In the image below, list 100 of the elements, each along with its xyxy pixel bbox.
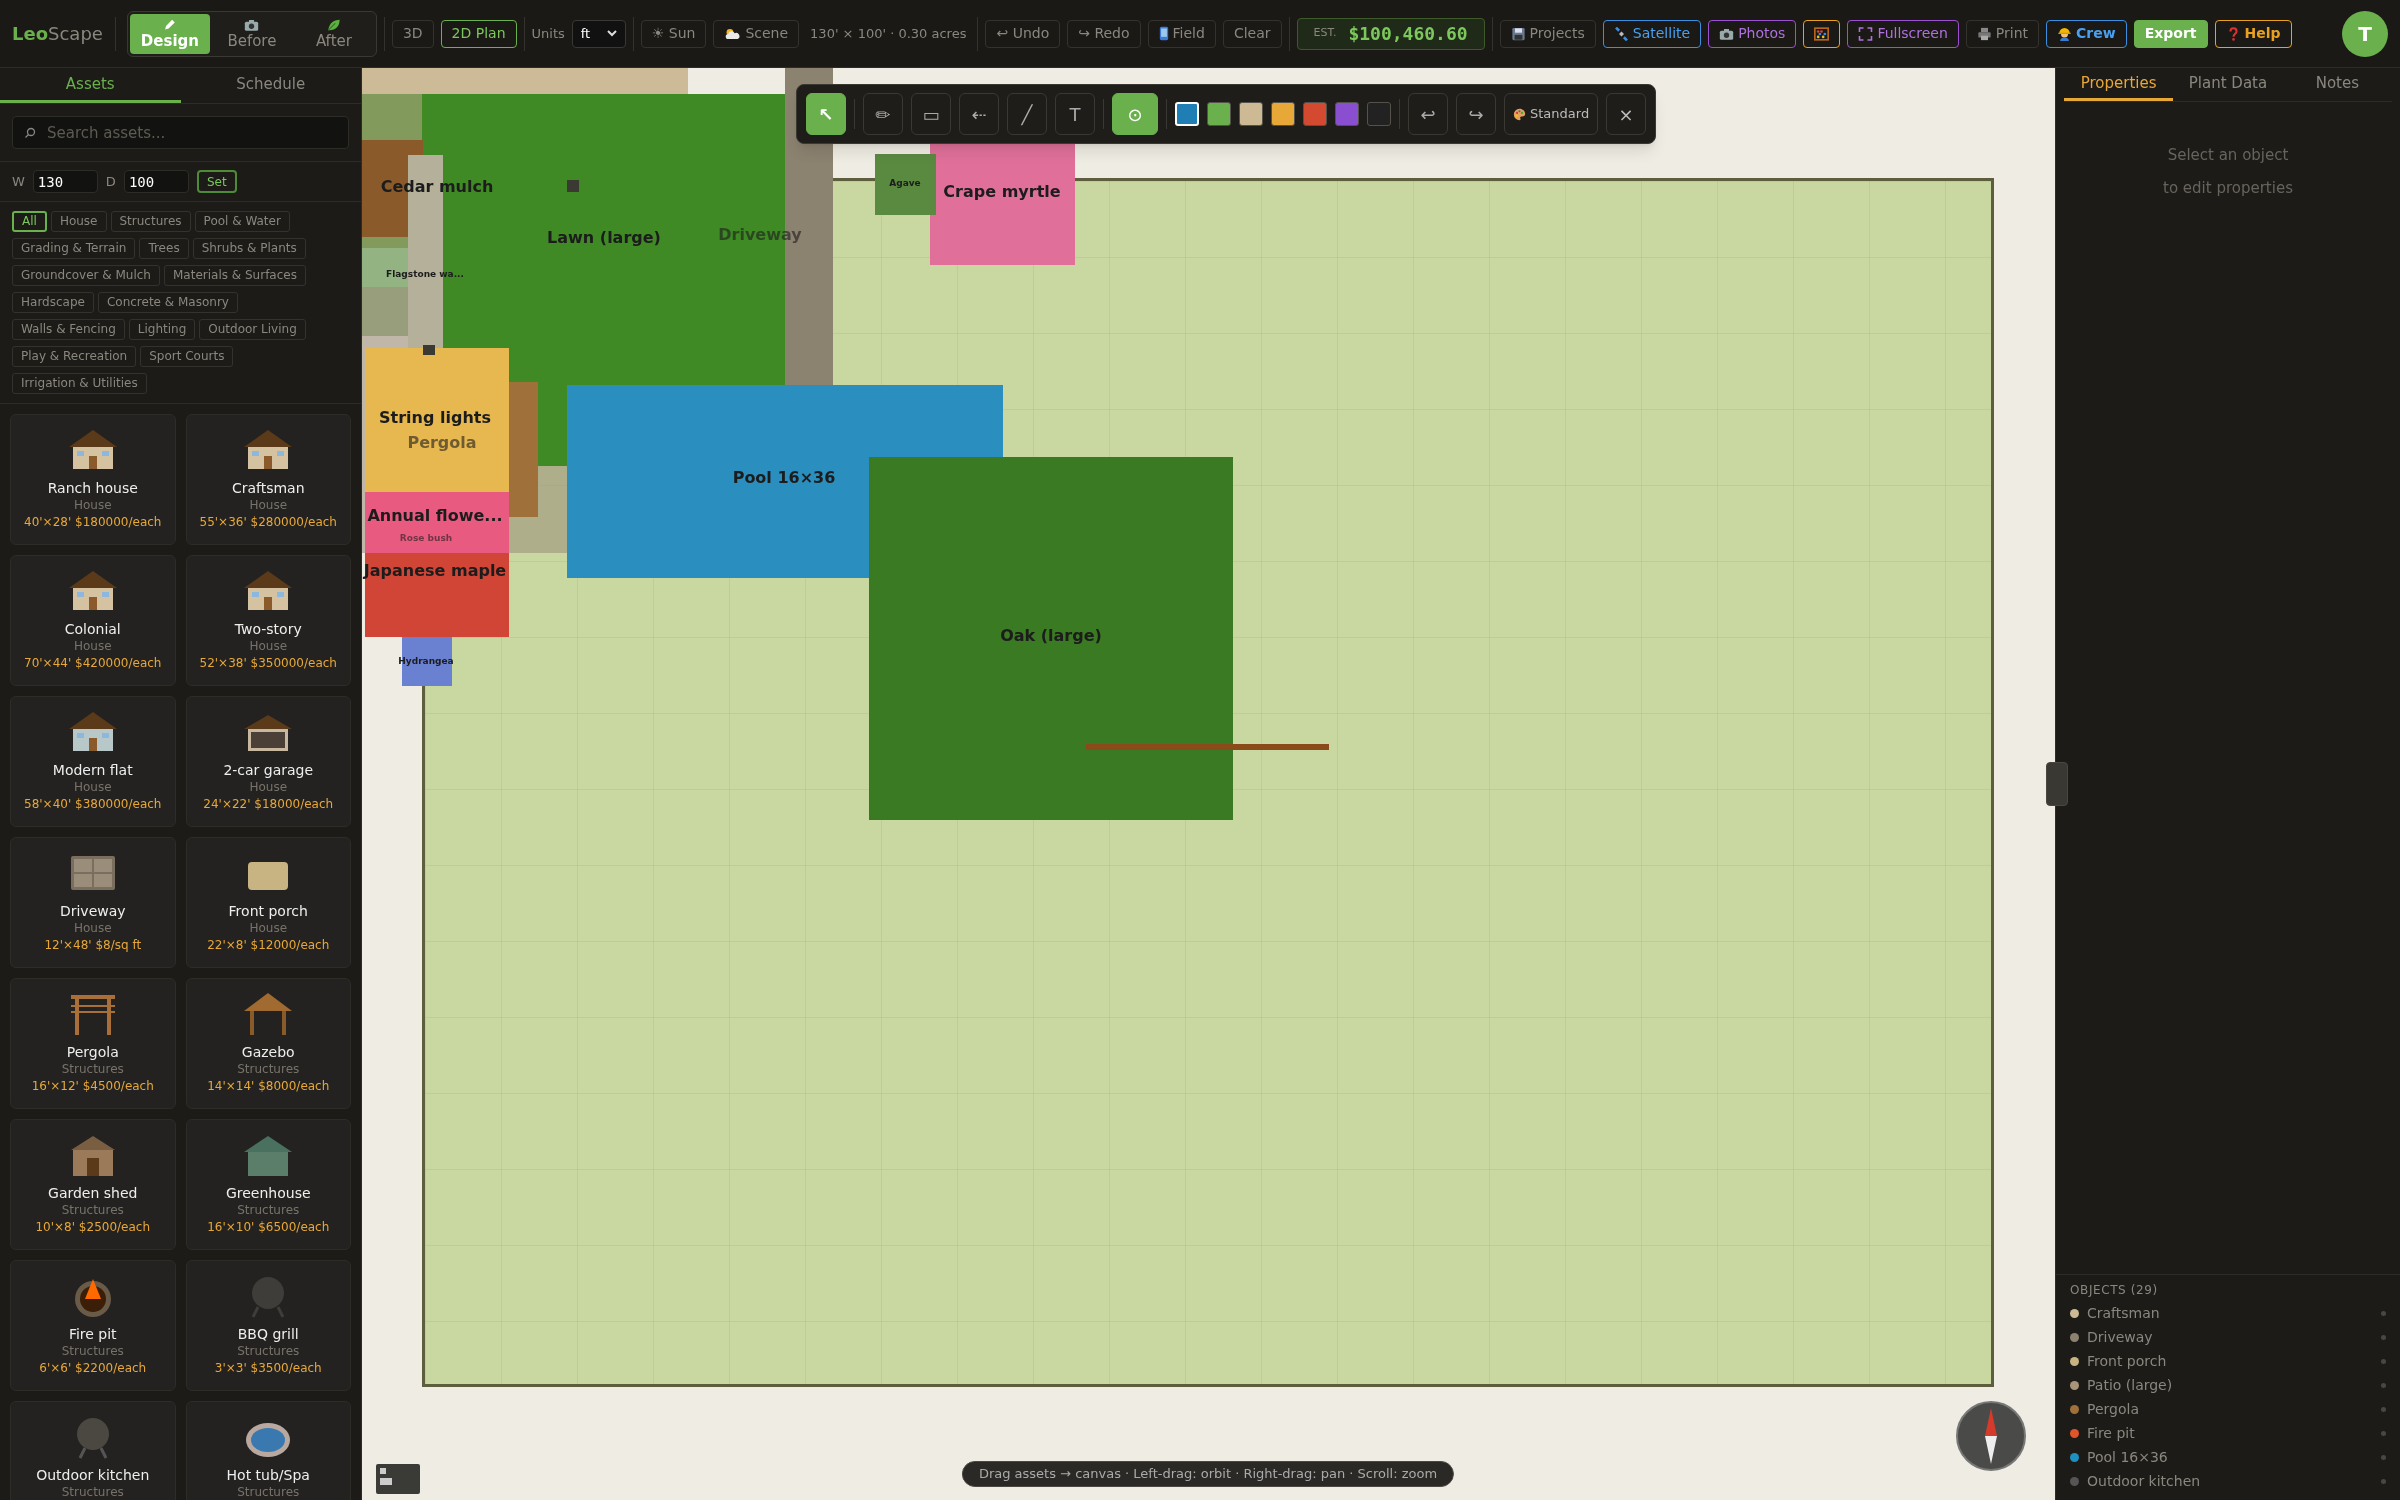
asset-card[interactable]: Greenhouse Structures 16'×10' $6500/each (185, 1119, 351, 1250)
asset-card[interactable]: Front porch House 22'×8' $12000/each (185, 837, 351, 968)
mode-tab[interactable]: Before (211, 13, 292, 54)
plan-shape[interactable] (365, 492, 509, 553)
toolbar-button[interactable]: Export (2133, 19, 2208, 48)
panel-tab[interactable]: Properties (2064, 68, 2174, 101)
category-chip[interactable]: Concrete & Masonry (97, 292, 238, 313)
asset-category: Structures (61, 1061, 124, 1078)
scene-button[interactable]: ☀ Sun (640, 19, 707, 48)
category-chip[interactable]: Sport Courts (140, 346, 234, 367)
asset-price: 24'×22' $18000/each (203, 796, 334, 813)
toolbar-button[interactable]: Fullscreen (1847, 19, 1959, 48)
object-list-item[interactable]: Outdoor kitchen (2087, 1470, 2373, 1492)
tool-button[interactable]: × (1606, 93, 1647, 135)
toolbar-button[interactable]: Projects (1499, 19, 1596, 48)
color-swatch[interactable] (1239, 102, 1263, 126)
toolbar-button[interactable]: Satellite (1602, 19, 1702, 48)
category-chip[interactable]: Grading & Terrain (12, 238, 136, 259)
toolbar-button[interactable]: Field (1147, 19, 1216, 48)
abacus-icon (1814, 26, 1830, 41)
style-button[interactable]: Standard (1504, 93, 1599, 135)
panel-tab[interactable]: Plant Data (2173, 68, 2283, 101)
set-button[interactable]: Set (196, 170, 237, 193)
asset-card[interactable]: Fire pit Structures 6'×6' $2200/each (10, 1260, 176, 1391)
asset-card[interactable]: Colonial House 70'×44' $420000/each (10, 555, 176, 686)
asset-card[interactable]: Craftsman House 55'×36' $280000/each (185, 414, 351, 545)
object-list-item[interactable]: Pool 16×36 (2087, 1446, 2373, 1468)
asset-card[interactable]: 2-car garage House 24'×22' $18000/each (185, 696, 351, 827)
asset-card[interactable]: Two-story House 52'×38' $350000/each (185, 555, 351, 686)
panel-tab[interactable]: Assets (0, 68, 181, 103)
mode-tab[interactable]: Design (129, 13, 210, 54)
category-chip[interactable]: Play & Recreation (12, 346, 137, 367)
user-avatar[interactable]: T (2342, 10, 2388, 57)
tool-button[interactable]: ↩ (1408, 93, 1448, 135)
toolbar-button[interactable]: ↩ Undo (985, 19, 1061, 48)
category-chip[interactable]: Hardscape (12, 292, 94, 313)
color-swatch[interactable] (1367, 102, 1391, 126)
asset-card[interactable]: Pergola Structures 16'×12' $4500/each (10, 978, 176, 1109)
asset-card[interactable]: Modern flat House 58'×40' $380000/each (10, 696, 176, 827)
units-dropdown[interactable]: ft (571, 19, 626, 48)
tool-button[interactable]: ✏ (863, 93, 903, 135)
tool-button[interactable]: ▭ (911, 93, 951, 135)
panel-tab[interactable]: Notes (2282, 68, 2392, 101)
color-swatch[interactable] (1303, 102, 1327, 126)
toolbar-button[interactable]: Clear (1222, 19, 1282, 48)
toolbar-button[interactable] (1803, 19, 1841, 48)
category-chip[interactable]: Trees (139, 238, 189, 259)
plan-shape[interactable] (365, 348, 509, 492)
category-chip[interactable]: Materials & Surfaces (164, 265, 306, 286)
asset-card[interactable]: Garden shed Structures 10'×8' $2500/each (10, 1119, 176, 1250)
asset-card[interactable]: Outdoor kitchen Structures (10, 1401, 176, 1500)
view-toggle[interactable]: 2D Plan (440, 19, 517, 48)
category-chip[interactable]: Walls & Fencing (12, 319, 125, 340)
toolbar-button[interactable]: Help (2214, 19, 2292, 48)
object-list-item[interactable]: Driveway (2087, 1326, 2373, 1348)
category-chip[interactable]: Structures (110, 211, 191, 232)
view-toggle[interactable]: 3D (391, 19, 434, 48)
plan-canvas[interactable] (362, 68, 2055, 1500)
tool-button[interactable]: T (1055, 93, 1095, 135)
mode-tab[interactable]: After (293, 13, 374, 54)
dimension-field[interactable]: 130 (32, 170, 98, 193)
panel-handle[interactable] (2046, 762, 2068, 806)
category-chip[interactable]: Outdoor Living (199, 319, 306, 340)
satellite-icon (1613, 26, 1629, 41)
plan-shape[interactable] (930, 141, 1075, 265)
color-swatch[interactable] (1271, 102, 1295, 126)
asset-price: 22'×8' $12000/each (207, 937, 330, 954)
category-chip[interactable]: All (12, 211, 47, 232)
object-list-item[interactable]: Patio (large) (2087, 1374, 2373, 1396)
color-swatch[interactable] (1207, 102, 1231, 126)
toolbar-button[interactable]: ↪ Redo (1067, 19, 1141, 48)
object-list-item[interactable]: Pergola (2087, 1398, 2373, 1420)
asset-card[interactable]: BBQ grill Structures 3'×3' $3500/each (185, 1260, 351, 1391)
tool-button[interactable]: ↖ (806, 93, 846, 135)
object-list-item[interactable]: Craftsman (2087, 1302, 2373, 1324)
category-chip[interactable]: Irrigation & Utilities (12, 373, 147, 394)
tool-button[interactable]: ⊙ (1112, 93, 1158, 135)
scene-button[interactable]: Scene (713, 19, 800, 48)
asset-card[interactable]: Hot tub/Spa Structures (185, 1401, 351, 1500)
toolbar-button[interactable]: Print (1965, 19, 2040, 48)
toolbar-button[interactable]: Crew (2046, 19, 2127, 48)
tool-button[interactable]: ↪ (1456, 93, 1496, 135)
asset-card[interactable]: Ranch house House 40'×28' $180000/each (10, 414, 176, 545)
tool-button[interactable]: ╱ (1007, 93, 1047, 135)
object-list-item[interactable]: Front porch (2087, 1350, 2373, 1372)
asset-card[interactable]: Driveway House 12'×48' $8/sq ft (10, 837, 176, 968)
dimension-field[interactable]: 100 (123, 170, 189, 193)
category-chip[interactable]: Pool & Water (194, 211, 290, 232)
toolbar-button[interactable]: Photos (1708, 19, 1797, 48)
panel-tab[interactable]: Schedule (180, 68, 361, 103)
search-field[interactable]: Search assets... (12, 116, 349, 149)
category-chip[interactable]: Groundcover & Mulch (12, 265, 160, 286)
object-list-item[interactable]: Fire pit (2087, 1422, 2373, 1444)
category-chip[interactable]: Shrubs & Plants (192, 238, 306, 259)
asset-card[interactable]: Gazebo Structures 14'×14' $8000/each (185, 978, 351, 1109)
category-chip[interactable]: Lighting (128, 319, 196, 340)
color-swatch[interactable] (1335, 102, 1359, 126)
tool-button[interactable]: ⇠ (959, 93, 999, 135)
asset-price: 70'×44' $420000/each (24, 655, 162, 672)
category-chip[interactable]: House (50, 211, 107, 232)
